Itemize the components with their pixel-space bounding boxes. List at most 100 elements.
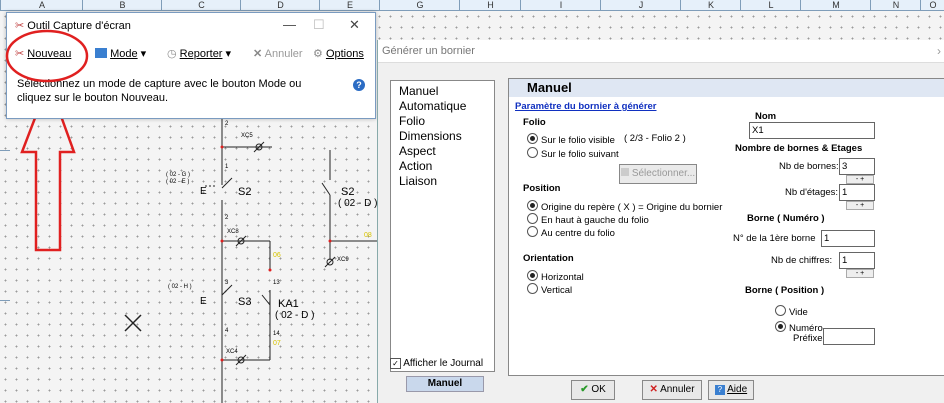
col-h: H — [459, 0, 521, 10]
nav-item-folio[interactable]: Folio — [399, 114, 425, 128]
nav-item-liaison[interactable]: Liaison — [399, 174, 437, 188]
pos-origin-radio[interactable]: Origine du repère ( X ) = Origine du bor… — [527, 200, 722, 213]
orient-horizontal-label: Horizontal — [541, 272, 584, 283]
wire-num: 4 — [225, 328, 229, 334]
prefixe-label: Préfixe — [793, 333, 823, 344]
delay-button[interactable]: ◷ Reporter ▾ — [167, 43, 231, 65]
wire-num: 14 — [273, 331, 280, 337]
radio-selected-icon — [775, 321, 786, 332]
radio-icon — [527, 226, 538, 237]
ok-label: OK — [591, 384, 606, 395]
mode-icon — [95, 48, 107, 58]
nav-item-aspect[interactable]: Aspect — [399, 144, 436, 158]
vide-radio[interactable]: Vide — [775, 305, 808, 318]
x-icon: ✕ — [253, 48, 263, 60]
nav-item-automatique[interactable]: Automatique — [399, 99, 466, 113]
options-button[interactable]: ⚙ Options — [313, 43, 364, 65]
radio-selected-icon — [527, 133, 538, 144]
help-icon: ? — [714, 385, 725, 395]
nb-bornes-label: Nb de bornes: — [779, 161, 839, 172]
minimize-button[interactable]: — — [283, 17, 296, 32]
col-n: N — [870, 0, 921, 10]
nav-item-action[interactable]: Action — [399, 159, 432, 173]
param-link[interactable]: Paramètre du bornier à générer — [515, 101, 657, 112]
orientation-title: Orientation — [523, 253, 574, 264]
s3-label: S3 — [238, 296, 252, 308]
nom-title: Nom — [755, 111, 777, 122]
journal-label: Afficher le Journal — [403, 358, 484, 369]
bornes-title: Nombre de bornes & Etages — [735, 143, 863, 154]
mode-button[interactable]: Mode ▾ — [95, 43, 146, 65]
radio-icon — [775, 305, 786, 316]
ref-h: ( 02 - H ) — [168, 284, 192, 290]
prefixe-input[interactable] — [823, 328, 875, 345]
help-icon[interactable]: ? — [353, 79, 365, 91]
nb-etages-spinner[interactable]: - + — [846, 201, 874, 210]
nav-item-dimensions[interactable]: Dimensions — [399, 129, 462, 143]
radio-icon — [527, 283, 538, 294]
orient-vertical-radio[interactable]: Vertical — [527, 283, 572, 296]
vide-label: Vide — [789, 307, 808, 318]
first-borne-label: N° de la 1ère borne — [733, 233, 816, 244]
col-l: L — [740, 0, 801, 10]
folio-visible-label: Sur le folio visible — [541, 135, 615, 146]
wire-num: 3 — [225, 280, 229, 286]
nb-chiffres-spinner[interactable]: - + — [846, 269, 874, 278]
pos-topleft-label: En haut à gauche du folio — [541, 215, 649, 226]
borne-num-title: Borne ( Numéro ) — [747, 213, 825, 224]
tab-manuel[interactable]: Manuel — [406, 376, 484, 392]
radio-selected-icon — [527, 270, 538, 281]
yellow-label: 06 — [273, 252, 281, 259]
nb-etages-label: Nb d'étages: — [785, 187, 839, 198]
borne-pos-title: Borne ( Position ) — [745, 285, 825, 296]
ref-e: ( 02 - E ) — [166, 179, 190, 185]
col-j: J — [600, 0, 681, 10]
folio-title: Folio — [523, 117, 546, 128]
pos-center-radio[interactable]: Au centre du folio — [527, 226, 615, 239]
col-o: O — [920, 0, 944, 10]
close-button[interactable]: ✕ — [349, 17, 360, 33]
dropdown-arrow-icon: ▾ — [140, 48, 147, 60]
nb-bornes-input[interactable]: 3 — [839, 158, 875, 175]
nb-chiffres-input[interactable]: 1 — [839, 252, 875, 269]
help-button[interactable]: ? Aide — [708, 380, 754, 400]
ok-button[interactable]: ✔ OK — [571, 380, 615, 400]
wire-num: 13 — [273, 280, 280, 286]
folio-info: ( 2/3 - Folio 2 ) — [624, 133, 686, 144]
ka1-label: KA1 — [278, 298, 299, 310]
radio-icon — [527, 213, 538, 224]
position-title: Position — [523, 183, 561, 194]
wire-num: 1 — [225, 164, 229, 170]
cancel-label: Annuler — [660, 384, 695, 395]
dialog-title: Générer un bornier — [378, 40, 944, 63]
maximize-button[interactable]: ☐ — [313, 17, 325, 33]
nb-bornes-spinner[interactable]: - + — [846, 175, 874, 184]
nav-item-manuel[interactable]: Manuel — [399, 84, 438, 98]
mode-label: Mode — [110, 48, 138, 60]
nb-etages-input[interactable]: 1 — [839, 184, 875, 201]
generate-terminal-dialog[interactable]: Générer un bornier › Manuel Automatique … — [377, 40, 944, 403]
checkbox-checked-icon: ✓ — [390, 358, 401, 369]
select-button[interactable]: Sélectionner... — [619, 164, 697, 184]
folio-next-radio[interactable]: Sur le folio suivant — [527, 147, 619, 160]
folio-visible-radio[interactable]: Sur le folio visible — [527, 133, 615, 146]
clock-icon: ◷ — [167, 48, 177, 60]
yellow-label: 07 — [273, 340, 281, 347]
help-label: Aide — [727, 384, 748, 395]
orient-horizontal-radio[interactable]: Horizontal — [527, 270, 584, 283]
dialog-close-icon[interactable]: › — [937, 44, 941, 58]
nom-input[interactable]: X1 — [749, 122, 875, 139]
first-borne-input[interactable]: 1 — [821, 230, 875, 247]
nav-list: Manuel Automatique Folio Dimensions Aspe… — [390, 80, 495, 372]
options-label: Options — [325, 48, 364, 60]
s2-label: S2 — [238, 186, 252, 198]
journal-checkbox[interactable]: ✓ Afficher le Journal — [390, 358, 483, 369]
wire-num: 2 — [225, 121, 229, 127]
cancel-button[interactable]: ✕ Annuler — [642, 380, 702, 400]
annotation-ellipse — [5, 29, 89, 83]
cancel-snip-button[interactable]: ✕ Annuler — [253, 43, 303, 65]
pos-topleft-radio[interactable]: En haut à gauche du folio — [527, 213, 649, 226]
delay-label: Reporter — [179, 48, 223, 60]
col-k: K — [680, 0, 741, 10]
orient-vertical-label: Vertical — [541, 285, 573, 296]
